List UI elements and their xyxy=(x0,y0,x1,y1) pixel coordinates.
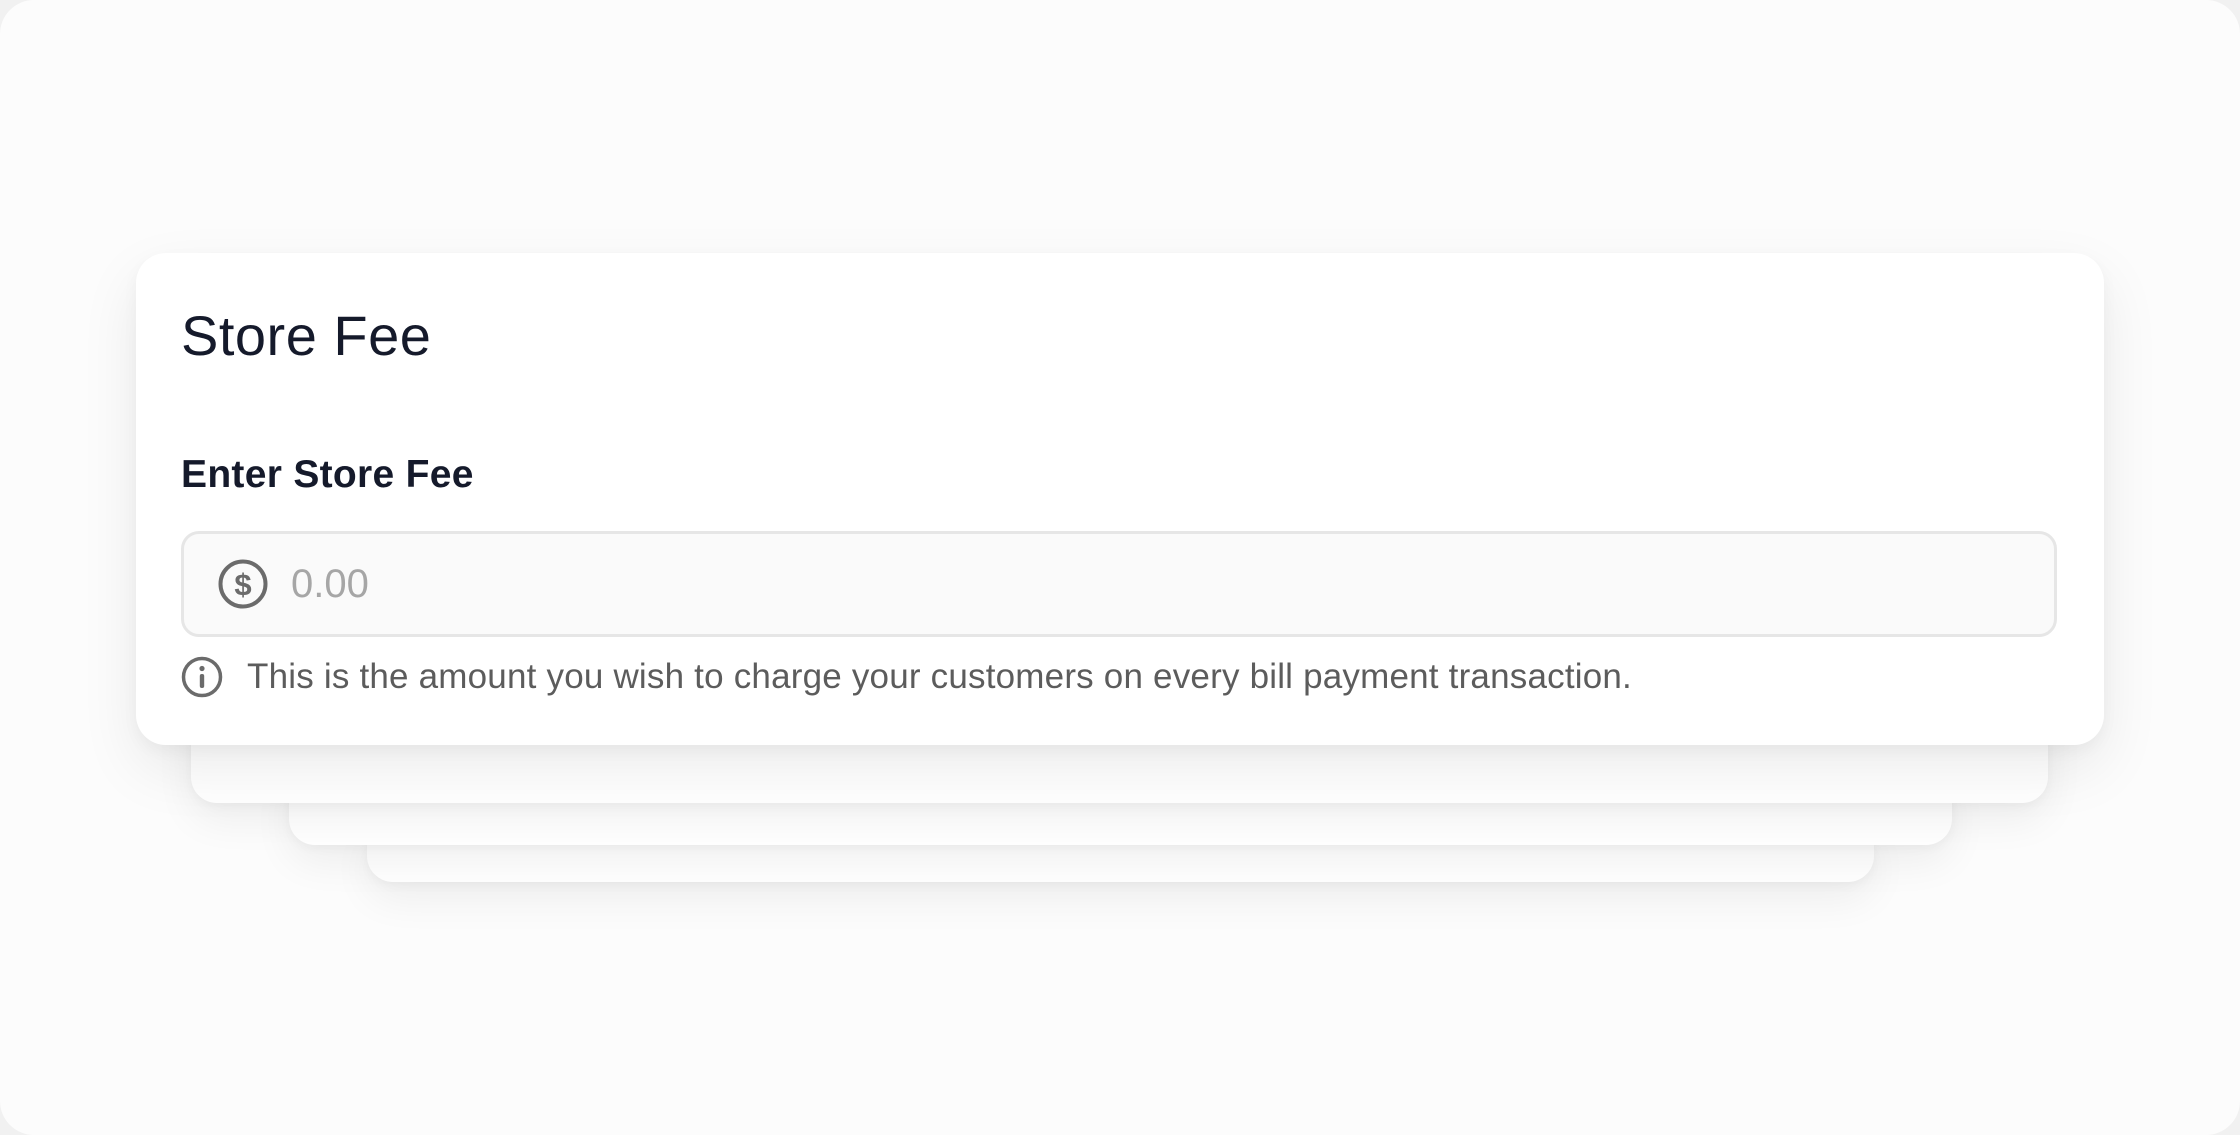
page-background: Store Fee Enter Store Fee $ This is the … xyxy=(0,0,2240,1135)
card-title: Store Fee xyxy=(181,304,432,367)
store-fee-label: Enter Store Fee xyxy=(181,453,474,496)
dollar-circle-icon: $ xyxy=(217,558,269,610)
store-fee-card: Store Fee Enter Store Fee $ This is the … xyxy=(136,253,2104,745)
helper-row: This is the amount you wish to charge yo… xyxy=(181,656,1632,698)
store-fee-input[interactable] xyxy=(291,554,2054,614)
info-icon xyxy=(181,656,223,698)
svg-text:$: $ xyxy=(234,567,251,602)
store-fee-input-container[interactable]: $ xyxy=(181,531,2057,637)
helper-text: This is the amount you wish to charge yo… xyxy=(247,657,1632,696)
